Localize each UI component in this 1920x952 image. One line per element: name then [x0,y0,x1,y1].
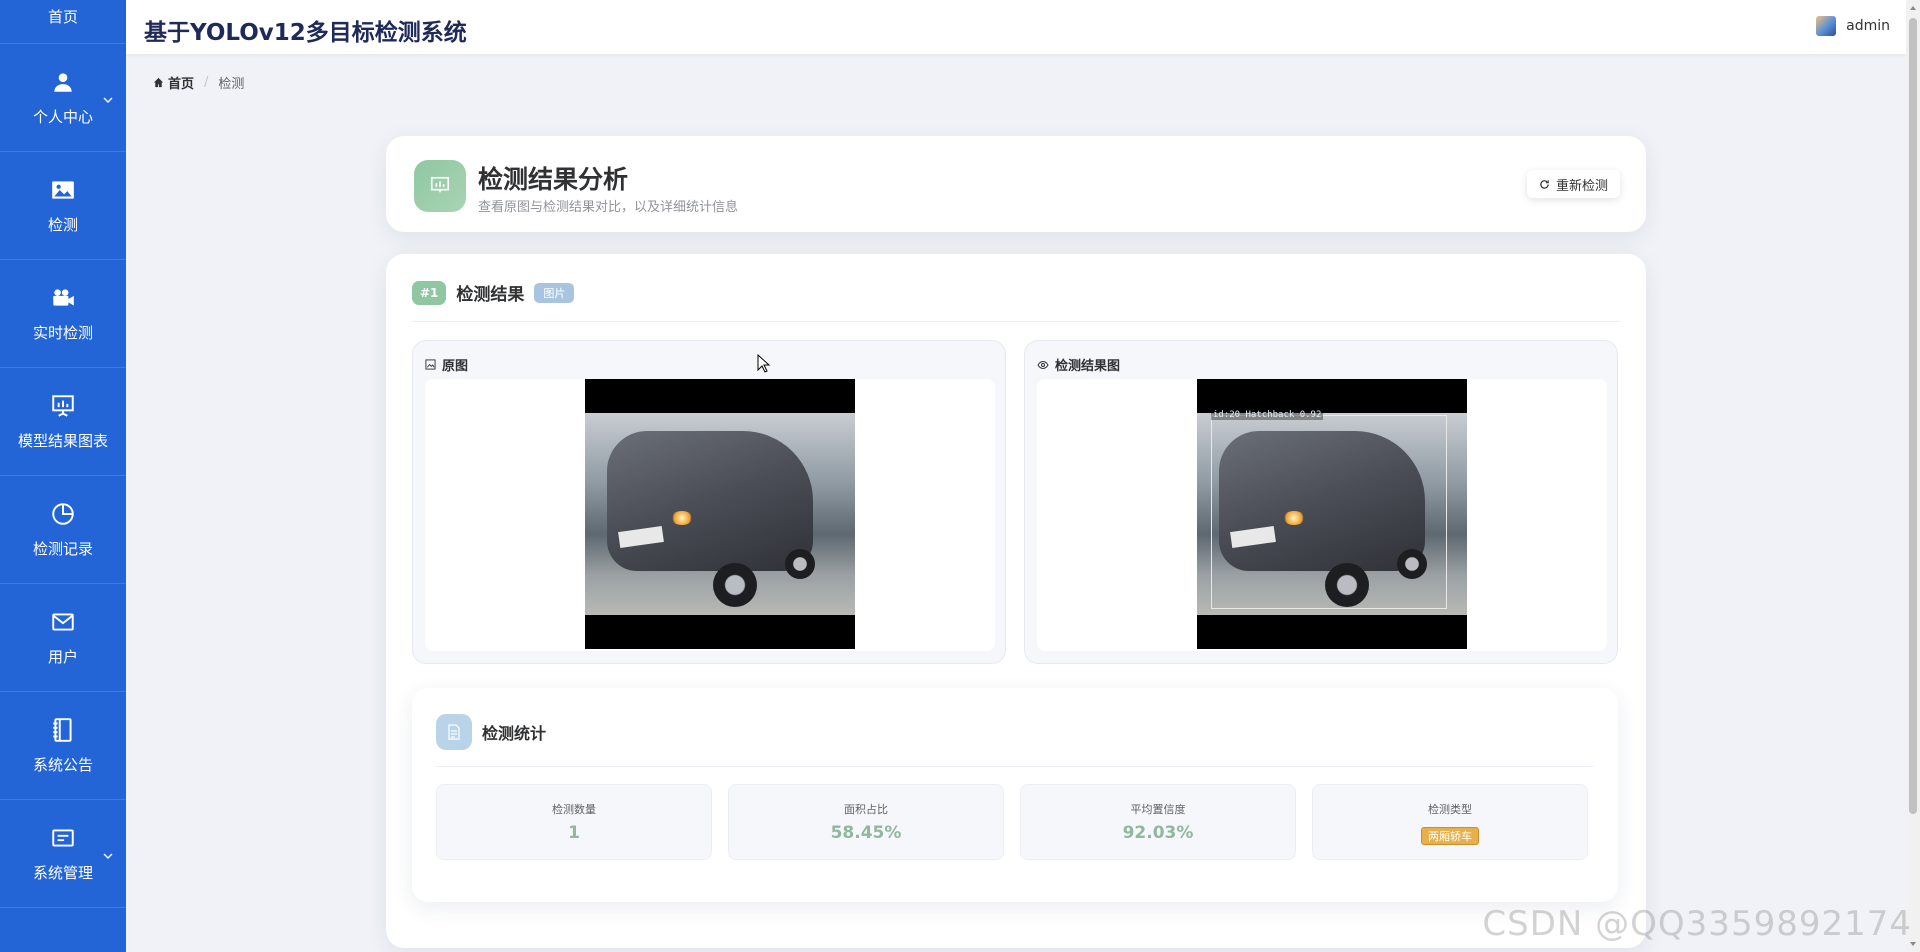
stat-value: 1 [568,823,580,843]
detected-label-text: 检测结果图 [1055,359,1121,374]
breadcrumb: 首页 / 检测 [153,73,244,92]
divider [412,321,1620,322]
stat-label: 面积占比 [844,803,888,816]
result-title: 检测结果 [456,285,525,305]
stat-value: 92.03% [1122,823,1194,843]
user-menu[interactable]: admin [1816,16,1890,36]
original-image-label: 原图 [425,355,468,374]
presentation-icon [414,160,466,212]
home-icon [153,77,164,88]
chevron-down-icon [103,853,113,859]
page-subtitle: 查看原图与检测结果对比，以及详细统计信息 [478,200,739,215]
stat-avg-confidence: 平均置信度 92.03% [1020,784,1296,860]
username[interactable]: admin [1846,18,1890,34]
result-index-badge: #1 [412,280,447,305]
scroll-thumb[interactable] [1909,18,1917,814]
sidebar-item-label: 检测 [47,216,78,234]
breadcrumb-current: 检测 [218,77,245,92]
sidebar-item-label: 系统管理 [32,864,93,882]
breadcrumb-separator: / [204,75,209,90]
original-image-panel: 原图 [412,340,1006,664]
sidebar-item-detect[interactable]: 检测 [0,152,126,260]
notebook-icon [49,716,77,744]
stat-detection-type: 检测类型 两厢轿车 [1312,784,1588,860]
pie-chart-icon [49,500,77,528]
stats-header: 检测统计 [436,714,546,750]
bounding-box-label: id:20 Hatchback 0.92 [1211,410,1324,420]
watermark: CSDN @QQ3359892174 [1482,904,1912,944]
image-icon [49,176,77,204]
avatar[interactable] [1816,16,1837,36]
document-icon [436,714,472,750]
result-type-tag: 图片 [534,282,575,303]
bounding-box [1211,415,1447,609]
sidebar-item-realtime[interactable]: 实时检测 [0,260,126,368]
sidebar-item-model-charts[interactable]: 模型结果图表 [0,368,126,476]
result-section-header: #1 检测结果 图片 [412,280,575,305]
eye-icon [1037,360,1049,369]
original-image[interactable] [585,379,855,649]
page-title: 检测结果分析 [478,165,629,194]
stat-label: 检测数量 [552,803,596,816]
stats-title: 检测统计 [482,724,547,743]
video-camera-icon [49,284,77,312]
redetect-button[interactable]: 重新检测 [1526,170,1620,198]
sidebar-item-profile[interactable]: 个人中心 [0,44,126,152]
presentation-chart-icon [49,392,77,420]
refresh-icon [1540,179,1549,189]
user-icon [49,68,77,96]
picture-icon [425,359,436,370]
sidebar-item-label: 个人中心 [32,108,93,126]
divider [436,766,1594,767]
result-header-card: 检测结果分析 查看原图与检测结果对比，以及详细统计信息 重新检测 [386,136,1646,232]
detection-result-card: #1 检测结果 图片 原图 检测结果图 id:20 Hatchback 0.92… [386,254,1646,948]
detection-stats-card: 检测统计 检测数量 1 面积占比 58.45% 平均置信度 92.03% 检测类… [412,688,1618,902]
sidebar-item-label: 实时检测 [32,324,93,342]
stat-area-ratio: 面积占比 58.45% [728,784,1004,860]
sidebar-item-users[interactable]: 用户 [0,584,126,692]
sidebar-item-records[interactable]: 检测记录 [0,476,126,584]
detected-image-panel: 检测结果图 id:20 Hatchback 0.92 [1024,340,1618,664]
app-title: 基于YOLOv12多目标检测系统 [144,20,467,46]
sidebar-item-label: 模型结果图表 [17,432,108,450]
top-header: 基于YOLOv12多目标检测系统 admin [126,0,1906,54]
sidebar: 首页 个人中心 检测 实时检测 模型结果图表 检测记录 用户 系统公告 系统管理 [0,0,126,952]
stat-value: 58.45% [830,823,902,843]
detection-type-tag: 两厢轿车 [1421,827,1479,845]
stat-count: 检测数量 1 [436,784,712,860]
settings-card-icon [49,824,77,852]
mouse-cursor-icon [757,354,771,373]
sidebar-item-label: 系统公告 [32,756,93,774]
stat-label: 检测类型 [1428,803,1472,816]
original-image-box [425,379,995,651]
mail-icon [49,608,77,636]
sidebar-item-announcements[interactable]: 系统公告 [0,692,126,800]
original-label-text: 原图 [442,359,469,374]
detected-image[interactable]: id:20 Hatchback 0.92 [1197,379,1467,649]
sidebar-item-label: 检测记录 [32,540,93,558]
scroll-up-arrow-icon[interactable] [1909,4,1917,12]
breadcrumb-home[interactable]: 首页 [153,73,194,92]
stat-label: 平均置信度 [1130,803,1186,816]
sidebar-item-label: 首页 [47,8,78,26]
breadcrumb-home-label: 首页 [168,77,195,92]
sidebar-item-home[interactable]: 首页 [0,0,126,44]
chevron-down-icon [103,97,113,103]
page-scrollbar[interactable] [1906,0,1920,952]
detected-image-label: 检测结果图 [1037,355,1120,374]
detected-image-box: id:20 Hatchback 0.92 [1037,379,1607,651]
sidebar-item-system-admin[interactable]: 系统管理 [0,800,126,908]
sidebar-item-label: 用户 [47,648,78,666]
redetect-label: 重新检测 [1555,178,1608,194]
